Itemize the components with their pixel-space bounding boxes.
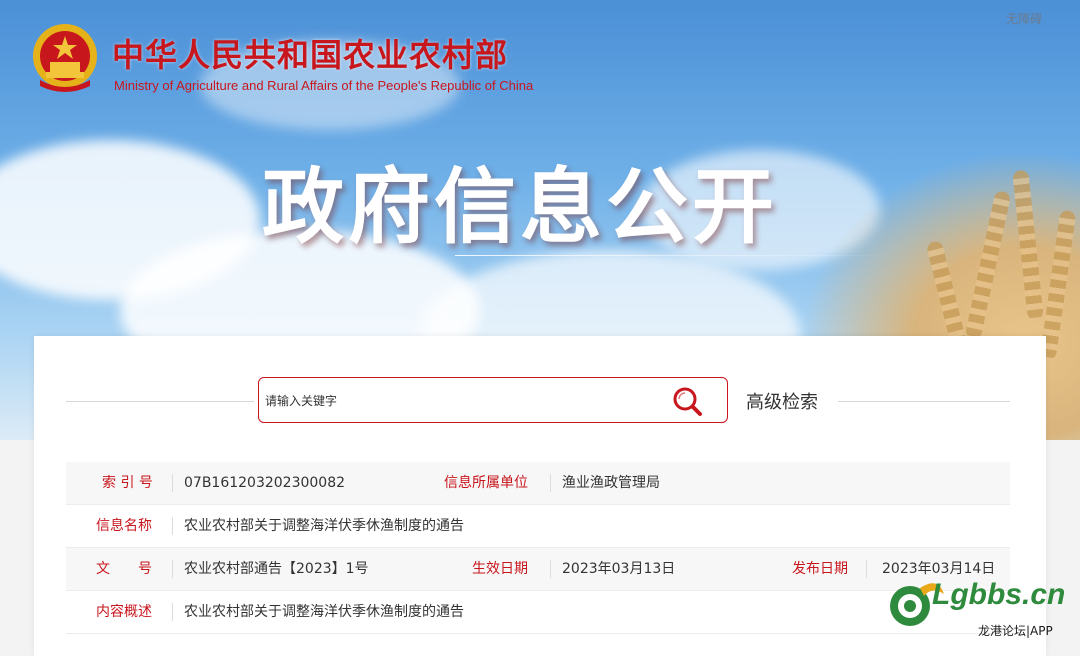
separator <box>866 560 867 578</box>
table-row-summary: 内容概述 农业农村部关于调整海洋伏季休渔制度的通告 <box>66 591 1010 634</box>
national-emblem-icon <box>33 24 97 92</box>
divider-left <box>66 401 254 402</box>
ministry-name-en: Ministry of Agriculture and Rural Affair… <box>114 78 534 93</box>
watermark-site: Lgbbs.cn <box>932 578 1066 611</box>
info-table: 索 引 号 07B161203202300082 信息所属单位 渔业渔政管理局 … <box>66 462 1010 634</box>
name-value: 农业农村部关于调整海洋伏季休渔制度的通告 <box>184 518 464 534</box>
separator <box>172 474 173 492</box>
site-watermark: Lgbbs.cn 龙港论坛|APP <box>886 570 1076 646</box>
page-title: 政府信息公开 <box>262 159 779 255</box>
index-value: 07B161203202300082 <box>184 475 346 491</box>
doc-number-label: 文 号 <box>96 561 152 577</box>
separator <box>172 603 173 621</box>
summary-label: 内容概述 <box>96 604 152 620</box>
advanced-search-link[interactable]: 高级检索 <box>746 388 818 414</box>
name-label: 信息名称 <box>96 518 152 534</box>
separator <box>550 474 551 492</box>
doc-number-value: 农业农村部通告【2023】1号 <box>184 561 369 577</box>
table-row-doc: 文 号 农业农村部通告【2023】1号 生效日期 2023年03月13日 发布日… <box>66 548 1010 591</box>
unit-value: 渔业渔政管理局 <box>562 475 660 491</box>
table-row-index: 索 引 号 07B161203202300082 信息所属单位 渔业渔政管理局 <box>66 462 1010 505</box>
effective-date-label: 生效日期 <box>472 561 528 577</box>
separator <box>172 560 173 578</box>
watermark-sub: 龙港论坛|APP <box>978 624 1053 638</box>
effective-date-value: 2023年03月13日 <box>562 561 676 577</box>
separator <box>550 560 551 578</box>
search-box <box>258 377 728 423</box>
separator <box>172 517 173 535</box>
unit-label: 信息所属单位 <box>444 475 528 491</box>
accessibility-link[interactable]: 无障碍 <box>1006 10 1042 27</box>
table-row-name: 信息名称 农业农村部关于调整海洋伏季休渔制度的通告 <box>66 505 1010 548</box>
summary-value: 农业农村部关于调整海洋伏季休渔制度的通告 <box>184 604 464 620</box>
title-underline <box>455 255 895 256</box>
divider-right <box>838 401 1010 402</box>
search-input[interactable] <box>263 388 647 414</box>
ministry-name-cn: 中华人民共和国农业农村部 <box>112 36 509 74</box>
publish-date-label: 发布日期 <box>792 561 848 577</box>
index-label: 索 引 号 <box>102 475 153 491</box>
search-icon[interactable] <box>671 385 703 417</box>
